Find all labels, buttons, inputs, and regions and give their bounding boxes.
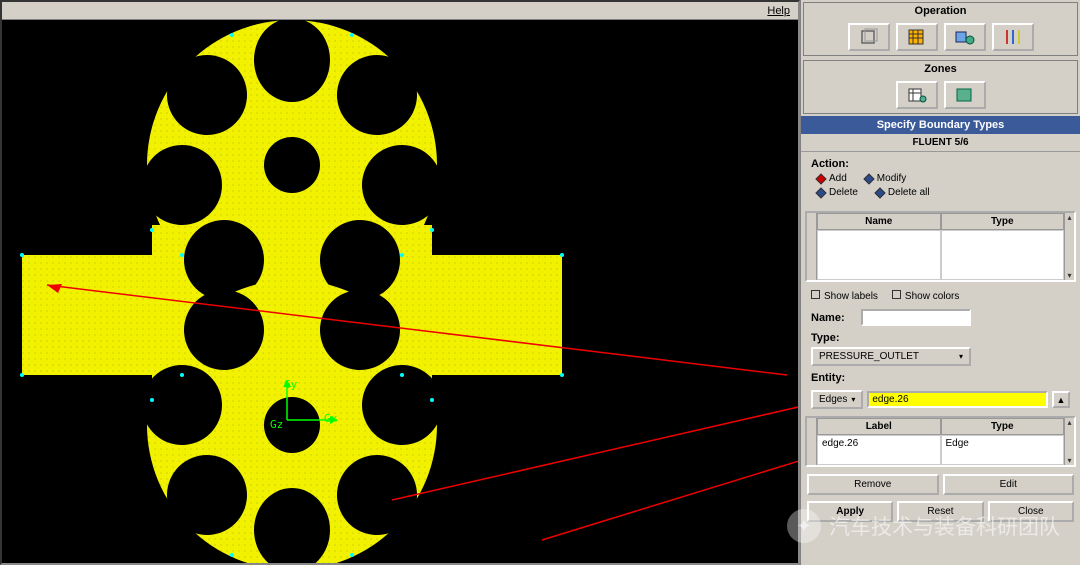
edit-button[interactable]: Edit [943, 474, 1075, 495]
boundary-types-icon[interactable] [896, 81, 938, 109]
action-modify-label: Modify [877, 173, 906, 184]
dropdown-arrow-icon: ▾ [959, 352, 963, 361]
zones-tool-icon[interactable] [944, 23, 986, 51]
entity-scroll-left[interactable] [807, 418, 817, 465]
mesh-icon[interactable] [896, 23, 938, 51]
action-modify-radio[interactable]: Modify [865, 173, 906, 184]
axis-gz-label: Gz [270, 418, 283, 431]
action-deleteall-radio[interactable]: Delete all [876, 187, 930, 198]
apply-button[interactable]: Apply [807, 501, 893, 522]
action-section: Action: Add Modify Delete Delete all [801, 152, 1080, 207]
show-colors-checkbox[interactable]: Show colors [892, 290, 959, 302]
dropdown-arrow-icon: ▾ [851, 395, 855, 404]
boundary-titlebar: Specify Boundary Types [801, 116, 1080, 134]
show-labels-checkbox[interactable]: Show labels [811, 290, 878, 302]
boundary-table-body[interactable] [817, 230, 1064, 280]
table-scroll-right[interactable]: ▴▾ [1064, 213, 1074, 280]
entity-kind-value: Edges [819, 394, 847, 405]
entity-table: Label Type edge.26 Edge ▴▾ [805, 416, 1076, 467]
entity-row-label[interactable]: edge.26 [817, 435, 941, 465]
entity-row-type: Edge [941, 435, 1065, 465]
help-menu[interactable]: Help [767, 5, 790, 17]
viewport-canvas[interactable]: Gy Gx Gz [2, 20, 798, 563]
axis-gy-label: Gy [284, 378, 297, 391]
col-name: Name [817, 213, 941, 230]
table-scroll-left[interactable] [807, 213, 817, 280]
gear-pump-drawing [2, 20, 798, 563]
reset-button[interactable]: Reset [897, 501, 983, 522]
col-type: Type [941, 213, 1065, 230]
action-delete-radio[interactable]: Delete [817, 187, 858, 198]
solver-label: FLUENT 5/6 [801, 134, 1080, 152]
entity-input[interactable] [867, 391, 1048, 408]
type-dropdown[interactable]: PRESSURE_OUTLET ▾ [811, 347, 971, 366]
axis-gx-label: Gx [324, 412, 337, 425]
geometry-icon[interactable] [848, 23, 890, 51]
close-button[interactable]: Close [988, 501, 1074, 522]
action-delete-label: Delete [829, 187, 858, 198]
tools-icon[interactable] [992, 23, 1034, 51]
entity-kind-dropdown[interactable]: Edges ▾ [811, 390, 863, 409]
remove-button[interactable]: Remove [807, 474, 939, 495]
operation-panel: Operation [803, 2, 1078, 56]
operation-header: Operation [804, 3, 1077, 19]
col-label: Label [817, 418, 941, 435]
action-add-label: Add [829, 173, 847, 184]
zones-panel: Zones [803, 60, 1078, 114]
boundary-table: Name Type ▴▾ [805, 211, 1076, 282]
name-label: Name: [811, 312, 855, 324]
action-deleteall-label: Delete all [888, 187, 930, 198]
viewport-menubar: Help [2, 2, 798, 20]
entity-up-button[interactable]: ▲ [1052, 391, 1070, 408]
entity-scroll-right[interactable]: ▴▾ [1064, 418, 1074, 465]
action-add-radio[interactable]: Add [817, 173, 847, 184]
continuum-types-icon[interactable] [944, 81, 986, 109]
name-input[interactable] [861, 309, 971, 326]
action-label: Action: [811, 158, 849, 170]
col-type2: Type [941, 418, 1065, 435]
entity-table-body[interactable]: edge.26 Edge [817, 435, 1064, 465]
right-panel: Operation Zones Specify Boundary Types F… [800, 0, 1080, 565]
show-labels-label: Show labels [824, 291, 878, 302]
model-viewport[interactable]: Help [0, 0, 800, 565]
type-value: PRESSURE_OUTLET [819, 351, 919, 362]
show-colors-label: Show colors [905, 291, 959, 302]
zones-header: Zones [804, 61, 1077, 77]
entity-label: Entity: [811, 372, 855, 384]
type-label: Type: [811, 332, 855, 344]
